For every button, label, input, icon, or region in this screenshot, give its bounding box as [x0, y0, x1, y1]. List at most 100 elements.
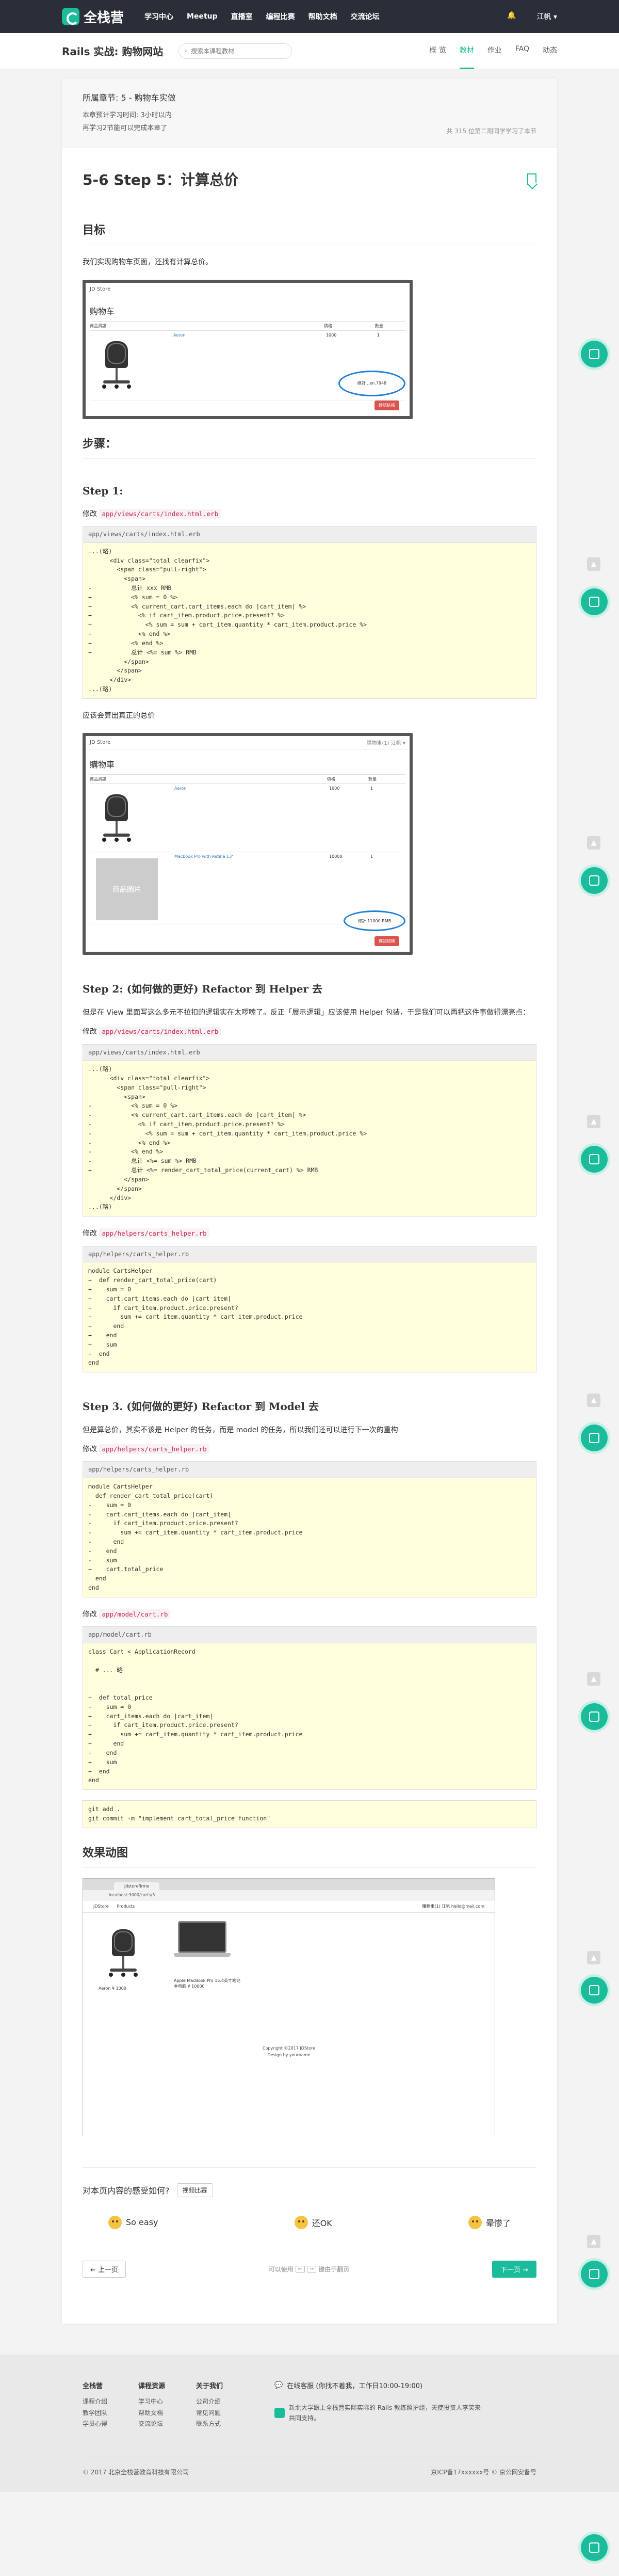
tab-overview[interactable]: 概 览 [429, 33, 446, 69]
code-filename: app/model/cart.rb [83, 1627, 536, 1643]
floating-chat-button[interactable] [581, 1425, 608, 1451]
code-line: + <% current_cart.cart_items.each do |ca… [88, 602, 306, 610]
floating-chat-button[interactable] [581, 2261, 608, 2287]
code-line: </span> [88, 1175, 149, 1183]
shot-header: JD Store [86, 283, 410, 296]
next-page-button[interactable]: 下一页 → [492, 2260, 536, 2278]
code-line: + cart_items.each do |cart_item| [88, 1712, 214, 1720]
footer-columns: 全栈营 课程介绍 教学团队 学员心得 课程资源 学习中心 帮助文档 交流论坛 关… [83, 2380, 536, 2436]
arrow-up-icon: ▲ [591, 560, 597, 568]
nav-item-forum[interactable]: 交流论坛 [351, 11, 380, 22]
scroll-top-button[interactable]: ▲ [587, 557, 600, 571]
code-block-1: app/views/carts/index.html.erb ...(略) <d… [83, 526, 536, 699]
cart-screenshot-result: JD Store 購物車(1) 江帆 ▾ 購物車 商品資訊 價格 數量 Aero… [83, 733, 413, 955]
course-search[interactable]: ⌕ [178, 43, 292, 59]
footer-link[interactable]: 帮助文档 [138, 2408, 165, 2419]
footer-link[interactable]: 常见问题 [196, 2408, 223, 2419]
chat-bubble-icon [589, 597, 599, 607]
cart-screenshot-goal: JD Store 购物车 商品資訊 價格 數量 Aeron 1000 1 總計 … [83, 279, 413, 419]
video-contest-button[interactable]: 视频比赛 [176, 2183, 213, 2197]
footer-link[interactable]: 公司介绍 [196, 2396, 223, 2408]
code-line: + sum = 0 [88, 1703, 132, 1710]
tab-faq[interactable]: FAQ [515, 33, 529, 69]
footer-link[interactable]: 课程介绍 [83, 2396, 107, 2408]
neutral-icon [294, 2215, 308, 2229]
code-body: ...(略) <div class="total clearfix"> <spa… [83, 1061, 536, 1216]
shot-col-info: 商品資訊 [90, 323, 106, 328]
search-input[interactable] [191, 47, 284, 55]
page-footer: Copyright ©2017 JDStore Design by yourna… [83, 2045, 495, 2059]
footer-link[interactable]: 学员心得 [83, 2419, 107, 2430]
arrow-up-icon: ▲ [591, 839, 597, 847]
footer-col-about: 全栈营 课程介绍 教学团队 学员心得 [83, 2380, 107, 2436]
code-block-3: app/helpers/carts_helper.rb module Carts… [83, 1245, 536, 1373]
footer-link[interactable]: 交流论坛 [138, 2419, 165, 2430]
user-menu[interactable]: 江帆 ▾ [537, 11, 557, 22]
vote-hard[interactable]: 晕惨了 [468, 2215, 511, 2229]
bookmark-icon[interactable] [527, 173, 536, 185]
footer-col-resources: 课程资源 学习中心 帮助文档 交流论坛 [138, 2380, 165, 2436]
floating-chat-button[interactable] [581, 1703, 608, 1730]
product-card: Apple MacBook Pro 15.4英寸笔记本电脑 ¥ 10000 [174, 1921, 241, 1991]
code-line: - <% end %> [88, 1139, 171, 1146]
code-line: - <% sum = 0 %> [88, 1102, 178, 1110]
bell-icon[interactable]: 🔔 [507, 11, 516, 22]
nav-item-learning-center[interactable]: 学习中心 [144, 11, 173, 22]
scroll-top-button[interactable]: ▲ [587, 2235, 600, 2248]
tab-materials[interactable]: 教材 [459, 33, 474, 69]
footer-link[interactable]: 教学团队 [83, 2408, 107, 2419]
code-body: module CartsHelper def render_cart_total… [83, 1478, 536, 1597]
chapter-name[interactable]: 所属章节: 5 - 购物车实做 [83, 91, 536, 103]
code-line: module CartsHelper [88, 1483, 153, 1491]
tab-activity[interactable]: 动态 [543, 33, 557, 69]
code-line: </span> [88, 667, 142, 675]
footer-link[interactable]: 学习中心 [138, 2396, 165, 2408]
feedback-question-row: 对本页内容的感受如何? 视频比赛 [83, 2183, 536, 2197]
nav-item-help-docs[interactable]: 帮助文档 [308, 11, 337, 22]
left-key-icon: ← [295, 2265, 305, 2273]
prev-page-button[interactable]: ← 上一页 [83, 2260, 126, 2278]
floating-chat-button[interactable] [581, 2534, 608, 2561]
code-line: - cart.cart_items.each do |cart_item| [88, 1510, 231, 1518]
scroll-top-button[interactable]: ▲ [587, 836, 600, 850]
tab-homework[interactable]: 作业 [487, 33, 502, 69]
vote-easy[interactable]: So easy [108, 2215, 158, 2229]
brand-name: 全栈营 [84, 10, 124, 26]
vote-ok[interactable]: 还OK [294, 2215, 332, 2229]
copyright-text: © 2017 北京全栈营教育科技有限公司 [83, 2468, 189, 2476]
scroll-top-button[interactable]: ▲ [587, 1394, 600, 1407]
chat-bubble-icon [589, 1433, 599, 1443]
code-block-6: git add . git commit -m "implement cart_t… [83, 1800, 536, 1828]
chat-bubble-icon [589, 1154, 599, 1164]
product-card: Aeron ¥ 1000 [99, 1921, 148, 1991]
brand-logo[interactable]: 全栈营 [62, 7, 124, 26]
floating-chat-button[interactable] [581, 588, 608, 615]
footer-link[interactable]: 联系方式 [196, 2419, 223, 2430]
floating-chat-button[interactable] [581, 867, 608, 894]
scroll-top-button[interactable]: ▲ [587, 1672, 600, 1686]
shot-col-qty: 數量 [368, 777, 377, 782]
nav-item-contest[interactable]: 编程比赛 [266, 11, 295, 22]
floating-chat-button[interactable] [581, 341, 608, 367]
nav-item-live-room[interactable]: 直播室 [231, 11, 253, 22]
code-line: <span> [88, 575, 145, 583]
course-title[interactable]: Rails 实战: 购物网站 [62, 43, 163, 58]
smile-icon [108, 2215, 122, 2229]
code-line: def render_cart_total_price(cart) [88, 1492, 214, 1499]
shot-col-price: 價格 [327, 777, 335, 782]
floating-chat-button[interactable] [581, 1146, 608, 1173]
topnav-right: 🔔 江帆 ▾ [507, 11, 557, 22]
chat-bubble-icon [589, 2269, 599, 2279]
shot-brand: JD Store [90, 740, 111, 746]
nav-item-meetup[interactable]: Meetup [187, 12, 218, 21]
code-line: - <% current_cart.cart_items.each do |ca… [88, 1111, 306, 1119]
code-line: ...(略) [88, 1065, 112, 1073]
scroll-top-button[interactable]: ▲ [587, 1951, 600, 1964]
online-support[interactable]: 💬 在线客服 (你找不着我，工作日10:00-19:00) [274, 2380, 481, 2390]
total-highlight: 總計 11000 RMB [344, 910, 405, 932]
floating-chat-button[interactable] [581, 1977, 608, 2004]
chair-image [96, 790, 137, 847]
code-filename: app/helpers/carts_helper.rb [83, 1246, 536, 1263]
goal-text: 我们实现购物车页面，还找有计算总价。 [83, 258, 213, 266]
scroll-top-button[interactable]: ▲ [587, 1115, 600, 1128]
